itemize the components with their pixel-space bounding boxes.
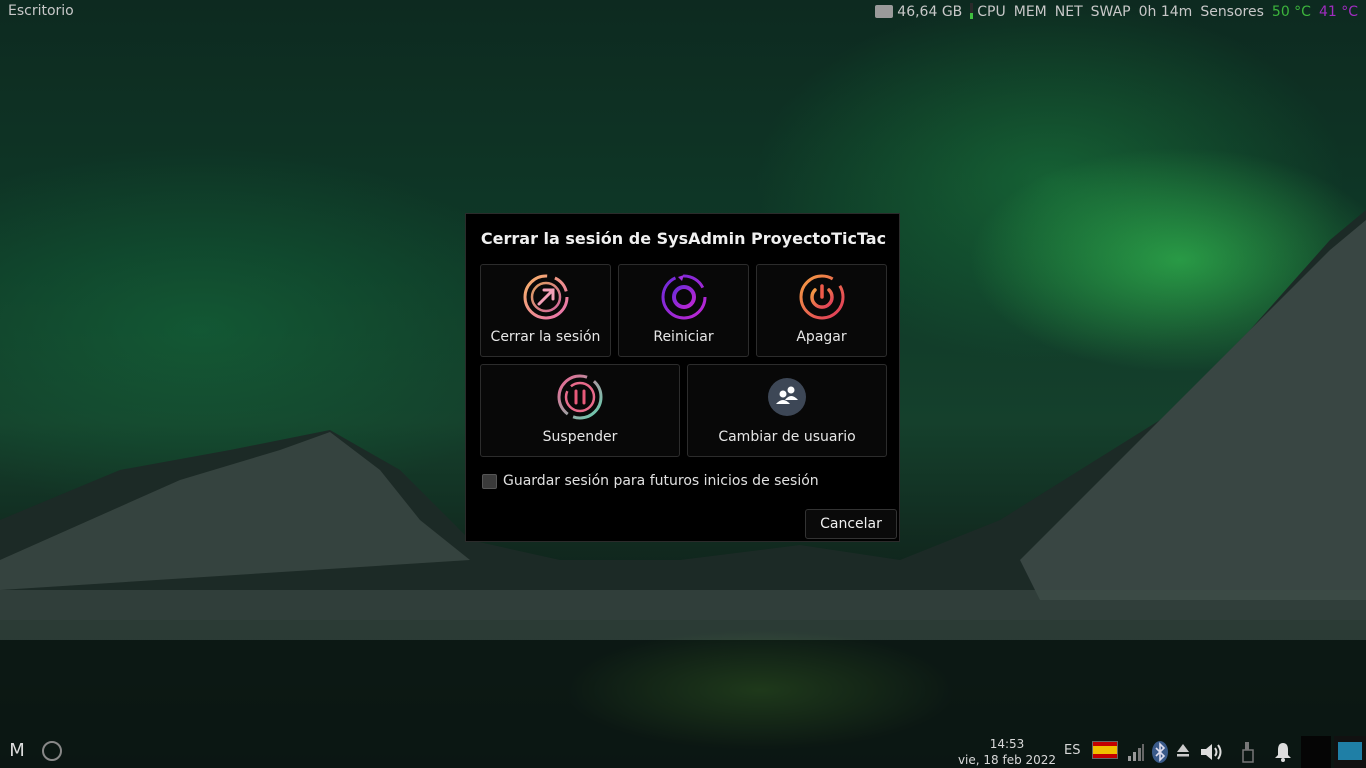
bluetooth-icon[interactable] [1151, 740, 1169, 764]
shutdown-label: Apagar [796, 329, 847, 345]
battery-icon[interactable] [1240, 740, 1258, 764]
clock[interactable]: 14:53 vie, 18 feb 2022 [952, 736, 1062, 768]
bottom-panel: M 14:53 vie, 18 feb 2022 ES [0, 736, 1366, 768]
disk-usage[interactable]: 46,64 GB [875, 4, 962, 20]
shutdown-button[interactable]: Apagar [756, 264, 887, 357]
clock-time: 14:53 [989, 737, 1025, 751]
suspend-label: Suspender [542, 429, 618, 445]
logout-label: Cerrar la sesión [490, 329, 601, 345]
net-monitor[interactable]: NET [1055, 4, 1083, 20]
save-session-checkbox[interactable] [482, 473, 497, 489]
network-signal-icon[interactable] [1127, 740, 1145, 762]
switch-user-button[interactable]: Cambiar de usuario [687, 364, 887, 457]
logout-dialog: Cerrar la sesión de SysAdmin ProyectoTic… [465, 213, 900, 542]
switch-user-label: Cambiar de usuario [718, 429, 856, 445]
sensors-label[interactable]: Sensores [1200, 4, 1264, 20]
suspend-button[interactable]: Suspender [480, 364, 680, 457]
mem-monitor[interactable]: MEM [1014, 4, 1047, 20]
workspace-2-preview [1338, 742, 1362, 760]
shutdown-icon [799, 274, 844, 320]
application-menu-button[interactable]: M [6, 739, 28, 763]
restart-icon [661, 274, 706, 320]
restart-button[interactable]: Reiniciar [618, 264, 749, 357]
temp-sensor-2: 41 °C [1318, 3, 1358, 20]
app-launcher-icon[interactable] [42, 741, 62, 761]
disk-free-value: 46,64 GB [897, 3, 963, 20]
uptime: 0h 14m [1138, 3, 1193, 20]
spain-flag-icon[interactable] [1092, 741, 1118, 759]
logout-button[interactable]: Cerrar la sesión [480, 264, 611, 357]
desktop-label[interactable]: Escritorio [8, 3, 74, 19]
keyboard-layout-indicator[interactable]: ES [1064, 743, 1080, 758]
suspend-icon [557, 374, 603, 420]
workspace-2[interactable] [1334, 736, 1366, 768]
top-panel: Escritorio 46,64 GB CPU MEM NET SWAP 0h … [0, 0, 1366, 24]
workspace-1[interactable] [1301, 736, 1331, 768]
cpu-monitor[interactable]: CPU [970, 3, 1006, 20]
swap-monitor[interactable]: SWAP [1091, 4, 1131, 20]
hard-disk-icon [875, 4, 894, 18]
save-session-label: Guardar sesión para futuros inicios de s… [503, 473, 819, 489]
temp-sensor-1: 50 °C [1271, 3, 1311, 20]
restart-label: Reiniciar [653, 329, 714, 345]
notifications-bell-icon[interactable] [1272, 741, 1294, 763]
mem-label: MEM [1013, 3, 1047, 20]
dialog-title: Cerrar la sesión de SysAdmin ProyectoTic… [480, 229, 887, 248]
cpu-label: CPU [977, 4, 1006, 20]
cpu-meter-icon [970, 3, 974, 19]
switch-user-icon [768, 378, 806, 416]
logout-icon [523, 274, 568, 320]
clock-date: vie, 18 feb 2022 [957, 753, 1057, 767]
eject-icon[interactable] [1176, 743, 1190, 759]
cancel-button[interactable]: Cancelar [805, 509, 897, 539]
save-session-row[interactable]: Guardar sesión para futuros inicios de s… [482, 473, 819, 489]
net-label: NET [1054, 3, 1083, 20]
system-monitor: 46,64 GB CPU MEM NET SWAP 0h 14m Sensore… [867, 3, 1358, 20]
swap-label: SWAP [1090, 3, 1131, 20]
volume-icon[interactable] [1199, 741, 1225, 763]
